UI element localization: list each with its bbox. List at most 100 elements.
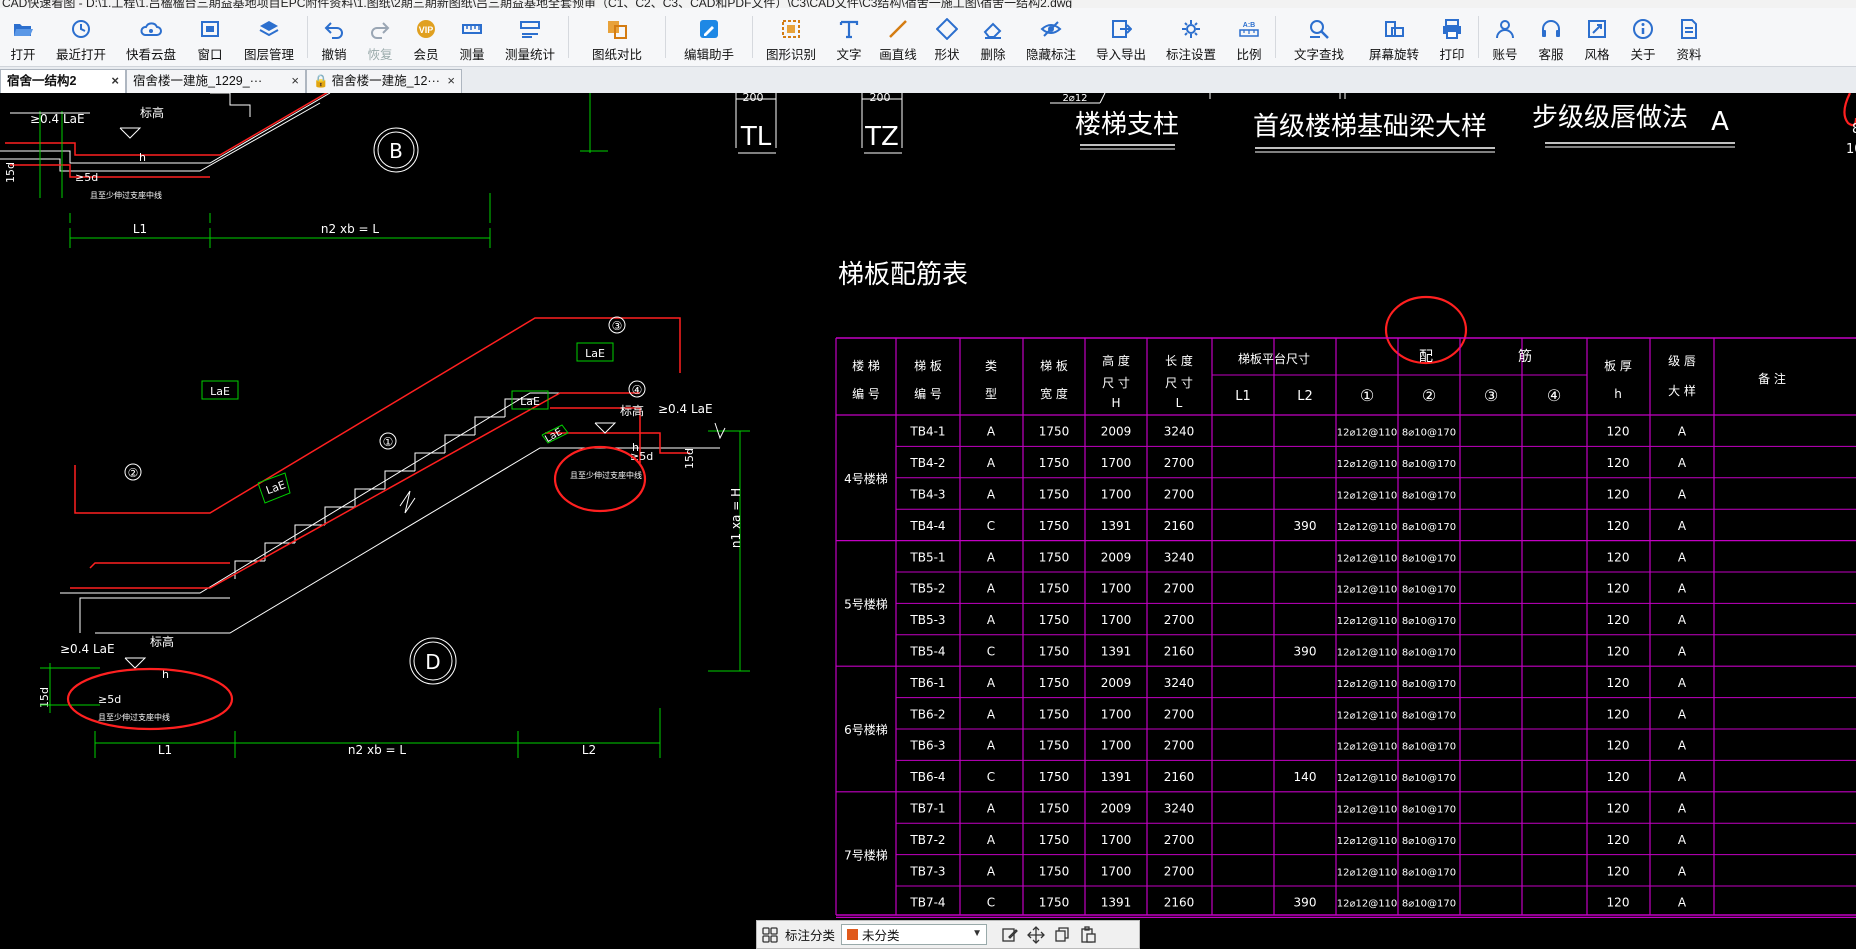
cell-height: 1700 bbox=[1101, 833, 1132, 847]
toolbar-button-label: 撤销 bbox=[321, 48, 347, 62]
toolbar-button-line[interactable]: 画直线 bbox=[872, 8, 924, 66]
cell-rebar-2: 8⌀10@170 bbox=[1402, 679, 1456, 690]
close-icon[interactable]: × bbox=[111, 70, 119, 92]
text-icon bbox=[838, 18, 860, 40]
shape-icon bbox=[936, 18, 958, 40]
toolbar-button-rotate-screen[interactable]: 屏幕旋转 bbox=[1359, 8, 1429, 66]
cell-slab-id: TB6-4 bbox=[909, 770, 945, 784]
toolbar-button-label: 账号 bbox=[1492, 48, 1518, 62]
move-icon[interactable] bbox=[1023, 922, 1049, 948]
toolbar-button-import-export[interactable]: 导入导出 bbox=[1086, 8, 1156, 66]
grid-icon[interactable] bbox=[757, 922, 783, 948]
toolbar-button-printer[interactable]: 打印 bbox=[1429, 8, 1475, 66]
stair-outline bbox=[0, 93, 331, 164]
toolbar-button-window[interactable]: 窗口 bbox=[186, 8, 234, 66]
toolbar-button-edit-assistant[interactable]: 编辑助手 bbox=[669, 8, 749, 66]
cad-drawing-canvas[interactable]: ≥0.4 LaE 标高 h 15d ≥5d 且至少伸过支座中线 B L1 n2 xb = L La… bbox=[0, 93, 1856, 949]
detail-d-level-bottom: 标高 bbox=[150, 634, 174, 649]
detail-d-span: n2 xb = L bbox=[348, 743, 406, 757]
toolbar-button-clock[interactable]: 最近打开 bbox=[46, 8, 116, 66]
cloud-icon bbox=[140, 18, 162, 40]
cell-rebar-1: 12⌀12@110 bbox=[1337, 459, 1398, 470]
toolbar-button-ruler[interactable]: 测量 bbox=[449, 8, 495, 66]
cell-height: 2009 bbox=[1101, 425, 1132, 439]
document-tab[interactable]: 宿舍一结构2 × bbox=[0, 69, 126, 93]
toolbar-button-label: 图纸对比 bbox=[591, 48, 642, 62]
th-length-3: L bbox=[1176, 396, 1183, 410]
toolbar-button-info[interactable]: 关于 bbox=[1620, 8, 1666, 66]
cad-drawing[interactable]: ≥0.4 LaE 标高 h 15d ≥5d 且至少伸过支座中线 B L1 n2 xb = L La… bbox=[0, 93, 1856, 949]
cell-length: 2160 bbox=[1164, 770, 1195, 784]
toolbar-button-shape[interactable]: 形状 bbox=[924, 8, 970, 66]
cell-rebar-1: 12⌀12@110 bbox=[1337, 616, 1398, 627]
close-icon[interactable]: × bbox=[291, 70, 299, 92]
toolbar-button-text-search[interactable]: 文字查找 bbox=[1279, 8, 1359, 66]
toolbar-button-annotation-settings[interactable]: 标注设置 bbox=[1156, 8, 1226, 66]
detail-b-5d: ≥5d bbox=[75, 171, 98, 184]
cell-length: 2700 bbox=[1164, 739, 1195, 753]
detail-b-anchor: ≥0.4 LaE bbox=[30, 112, 85, 126]
cell-rebar-1: 12⌀12@110 bbox=[1337, 522, 1398, 533]
document-tab[interactable]: 🔒 宿舍楼一建施_12··· × bbox=[306, 69, 462, 93]
toolbar-button-cloud[interactable]: 快看云盘 bbox=[116, 8, 186, 66]
toolbar-separator bbox=[1275, 16, 1276, 58]
toolbar-button-document[interactable]: 资料 bbox=[1666, 8, 1712, 66]
copy-icon[interactable] bbox=[1049, 922, 1075, 948]
th-type: 类 bbox=[985, 359, 997, 373]
toolbar-separator bbox=[307, 16, 308, 58]
toolbar-button-headset[interactable]: 客服 bbox=[1528, 8, 1574, 66]
cell-rebar-2: 8⌀10@170 bbox=[1402, 428, 1456, 439]
cell-length: 2700 bbox=[1164, 707, 1195, 721]
th-r2: ② bbox=[1422, 386, 1436, 405]
toolbar-button-vip[interactable]: VIP 会员 bbox=[403, 8, 449, 66]
toolbar-button-compare[interactable]: 图纸对比 bbox=[572, 8, 662, 66]
detail-d-level-top: 标高 bbox=[620, 403, 644, 418]
toolbar-button-layers[interactable]: 图层管理 bbox=[234, 8, 304, 66]
th-remark: 备 注 bbox=[1758, 371, 1786, 386]
detail-b-note: 且至少伸过支座中线 bbox=[90, 190, 162, 200]
toolbar-button-label: 会员 bbox=[413, 48, 439, 62]
toolbar-button-measure-stats[interactable]: 测量统计 bbox=[495, 8, 565, 66]
cell-thickness: 120 bbox=[1607, 550, 1630, 564]
document-icon bbox=[1678, 18, 1700, 40]
cell-lip: A bbox=[1678, 425, 1687, 439]
annotation-category-select[interactable]: 未分类 ▼ bbox=[841, 924, 988, 945]
th-height-3: H bbox=[1111, 396, 1120, 410]
paste-icon[interactable] bbox=[1075, 922, 1101, 948]
toolbar-button-eraser[interactable]: 删除 bbox=[970, 8, 1016, 66]
cell-thickness: 120 bbox=[1607, 519, 1630, 533]
toolbar-button-eye-hide[interactable]: 隐藏标注 bbox=[1016, 8, 1086, 66]
th-r4: ④ bbox=[1547, 386, 1561, 405]
title-step-letter: A bbox=[1711, 107, 1729, 137]
document-tab[interactable]: 宿舍楼一建施_1229_··· × bbox=[126, 69, 306, 93]
cell-thickness: 120 bbox=[1607, 864, 1630, 878]
cell-lip: A bbox=[1678, 707, 1687, 721]
toolbar-button-label: 测量统计 bbox=[504, 48, 555, 62]
stair-step bbox=[294, 524, 325, 543]
toolbar-button-text[interactable]: 文字 bbox=[826, 8, 872, 66]
close-icon[interactable]: × bbox=[447, 70, 455, 92]
th-L1: L1 bbox=[1235, 389, 1251, 404]
toolbar-button-redo[interactable]: 恢复 bbox=[357, 8, 403, 66]
cell-thickness: 120 bbox=[1607, 676, 1630, 690]
toolbar-button-folder-open[interactable]: 打开 bbox=[0, 8, 46, 66]
toolbar-button-style[interactable]: 风格 bbox=[1574, 8, 1620, 66]
title-tz: TZ bbox=[864, 122, 899, 152]
toolbar-button-label: 画直线 bbox=[879, 48, 917, 62]
detail-d-15d-top: 15d bbox=[683, 448, 696, 469]
detail-b-15d: 15d bbox=[4, 162, 17, 183]
stair-step bbox=[444, 434, 475, 453]
cell-height: 1700 bbox=[1101, 739, 1132, 753]
cell-thickness: 120 bbox=[1607, 425, 1630, 439]
cell-length: 2700 bbox=[1164, 456, 1195, 470]
detail-d-L2: L2 bbox=[582, 743, 596, 757]
toolbar-button-user[interactable]: 账号 bbox=[1482, 8, 1528, 66]
toolbar-button-undo[interactable]: 撤销 bbox=[311, 8, 357, 66]
cell-rebar-2: 8⌀10@170 bbox=[1402, 836, 1456, 847]
detail-d-anchor-bottom: ≥0.4 LaE bbox=[60, 642, 115, 656]
edit-annotation-icon[interactable] bbox=[997, 922, 1023, 948]
cell-thickness: 120 bbox=[1607, 833, 1630, 847]
toolbar-button-scale[interactable]: A:B 比例 bbox=[1226, 8, 1272, 66]
toolbar-button-label: 文字 bbox=[836, 48, 862, 62]
toolbar-button-shape-recognize[interactable]: 图形识别 bbox=[756, 8, 826, 66]
